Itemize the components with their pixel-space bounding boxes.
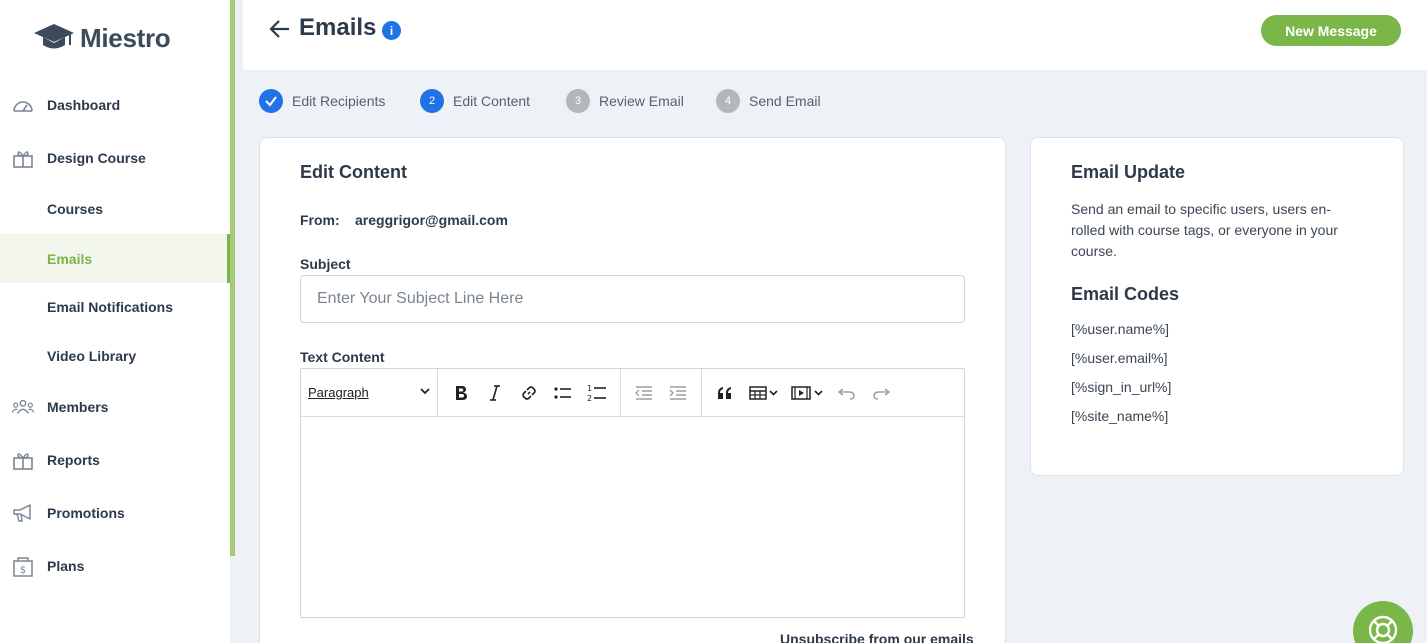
media-embed-icon[interactable] xyxy=(786,376,830,410)
email-update-title: Email Update xyxy=(1071,162,1186,182)
description-line: Send an email to specific users, users e… xyxy=(1071,201,1331,217)
sidebar-item-email-notifications[interactable]: Email Notifications xyxy=(0,283,230,331)
sidebar-item-emails[interactable]: Emails xyxy=(0,234,230,283)
members-group-icon xyxy=(12,396,34,418)
graduation-cap-icon xyxy=(34,24,74,49)
email-codes-title: Email Codes xyxy=(1071,284,1180,304)
svg-text:2: 2 xyxy=(587,394,592,403)
editor-toolbar: Paragraph 12 xyxy=(301,368,964,417)
toolbar-group-indent xyxy=(621,368,702,417)
sidebar-item-reports[interactable]: Reports xyxy=(0,436,230,484)
link-icon[interactable] xyxy=(512,376,546,410)
svg-text:$: $ xyxy=(20,565,26,576)
text-content-label: Text Content xyxy=(300,349,385,365)
step-edit-content[interactable]: 2 Edit Content xyxy=(420,89,530,113)
step-label: Edit Recipients xyxy=(292,93,386,109)
sidebar-item-label: Courses xyxy=(47,201,104,217)
sidebar-item-label: Promotions xyxy=(47,505,125,521)
sidebar-item-plans[interactable]: $ Plans xyxy=(0,542,230,590)
bulleted-list-icon[interactable] xyxy=(546,376,580,410)
help-lifebuoy-button[interactable] xyxy=(1353,601,1413,643)
description-line: rolled with course tags, or everyone in … xyxy=(1071,222,1338,238)
dashboard-gauge-icon xyxy=(12,94,34,116)
italic-icon[interactable] xyxy=(478,376,512,410)
step-number: 2 xyxy=(420,89,444,113)
new-message-button[interactable]: New Message xyxy=(1261,15,1401,46)
sidebar-item-video-library[interactable]: Video Library xyxy=(0,332,230,380)
info-icon[interactable]: i xyxy=(382,21,401,40)
undo-icon[interactable] xyxy=(830,376,864,410)
sidebar-item-label: Members xyxy=(47,399,109,415)
unsubscribe-link[interactable]: Unsubscribe from our emails xyxy=(780,631,974,643)
page-header: Emails i New Message xyxy=(243,0,1427,70)
chevron-down-icon xyxy=(419,385,431,400)
bold-icon[interactable] xyxy=(444,376,478,410)
numbered-list-icon[interactable]: 12 xyxy=(580,376,614,410)
sidebar-item-label: Plans xyxy=(47,558,85,574)
editor-content-area[interactable] xyxy=(301,417,964,617)
email-info-card: Email Update Send an email to specific u… xyxy=(1030,137,1404,476)
sidebar-item-design-course[interactable]: Design Course xyxy=(0,134,230,182)
email-update-description: Send an email to specific users, users e… xyxy=(1071,199,1361,262)
step-label: Edit Content xyxy=(453,93,531,109)
sidebar-item-label: Design Course xyxy=(47,150,146,166)
page-title: Emails xyxy=(299,14,377,41)
plans-dollar-icon: $ xyxy=(12,555,34,577)
rich-text-editor: Paragraph 12 xyxy=(300,368,965,618)
table-icon[interactable] xyxy=(742,376,786,410)
description-line: course. xyxy=(1071,243,1117,259)
subject-input[interactable] xyxy=(300,275,965,323)
from-label: From: xyxy=(300,212,340,228)
sidebar-item-label: Reports xyxy=(47,452,100,468)
step-label: Send Email xyxy=(749,93,821,109)
svg-text:1: 1 xyxy=(587,384,592,393)
email-code: [%site_name%] xyxy=(1071,408,1169,424)
toolbar-group-format: 12 xyxy=(438,368,621,417)
sidebar-item-label: Dashboard xyxy=(47,97,121,113)
sidebar-accent-rail xyxy=(230,0,235,556)
outdent-icon[interactable] xyxy=(627,376,661,410)
sidebar-item-members[interactable]: Members xyxy=(0,383,230,431)
course-box-icon xyxy=(12,147,34,169)
logo-text: Miestro xyxy=(80,22,171,53)
sidebar-rail-gap xyxy=(230,556,235,643)
section-title: Edit Content xyxy=(300,162,407,182)
megaphone-icon xyxy=(12,502,34,524)
email-code: [%sign_in_url%] xyxy=(1071,379,1172,395)
step-number: 3 xyxy=(566,89,590,113)
step-label: Review Email xyxy=(599,93,684,109)
step-send-email[interactable]: 4 Send Email xyxy=(716,89,821,113)
email-code: [%user.email%] xyxy=(1071,350,1168,366)
paragraph-format-select[interactable]: Paragraph xyxy=(301,368,438,417)
sidebar-item-promotions[interactable]: Promotions xyxy=(0,489,230,537)
step-review-email[interactable]: 3 Review Email xyxy=(566,89,684,113)
indent-icon[interactable] xyxy=(661,376,695,410)
redo-icon[interactable] xyxy=(864,376,898,410)
sidebar: Miestro Dashboard Design Course Courses … xyxy=(0,0,230,643)
back-arrow-icon[interactable] xyxy=(267,16,293,42)
checkmark-icon xyxy=(259,89,283,113)
paragraph-format-value: Paragraph xyxy=(308,385,369,400)
sidebar-item-dashboard[interactable]: Dashboard xyxy=(0,81,230,129)
logo[interactable]: Miestro xyxy=(34,22,171,54)
from-value: areggrigor@gmail.com xyxy=(355,212,508,228)
email-code: [%user.name%] xyxy=(1071,321,1170,337)
sidebar-item-label: Emails xyxy=(47,250,93,267)
reports-box-icon xyxy=(12,449,34,471)
lifebuoy-icon xyxy=(1367,614,1399,643)
blockquote-icon[interactable] xyxy=(708,376,742,410)
sidebar-item-label: Email Notifications xyxy=(47,299,174,315)
sidebar-item-courses[interactable]: Courses xyxy=(0,185,230,233)
step-edit-recipients[interactable]: Edit Recipients xyxy=(259,89,385,113)
toolbar-group-insert xyxy=(702,369,904,417)
subject-label: Subject xyxy=(300,256,351,272)
edit-content-card: Edit Content From: areggrigor@gmail.com … xyxy=(259,137,1006,643)
sidebar-item-label: Video Library xyxy=(47,348,137,364)
step-number: 4 xyxy=(716,89,740,113)
